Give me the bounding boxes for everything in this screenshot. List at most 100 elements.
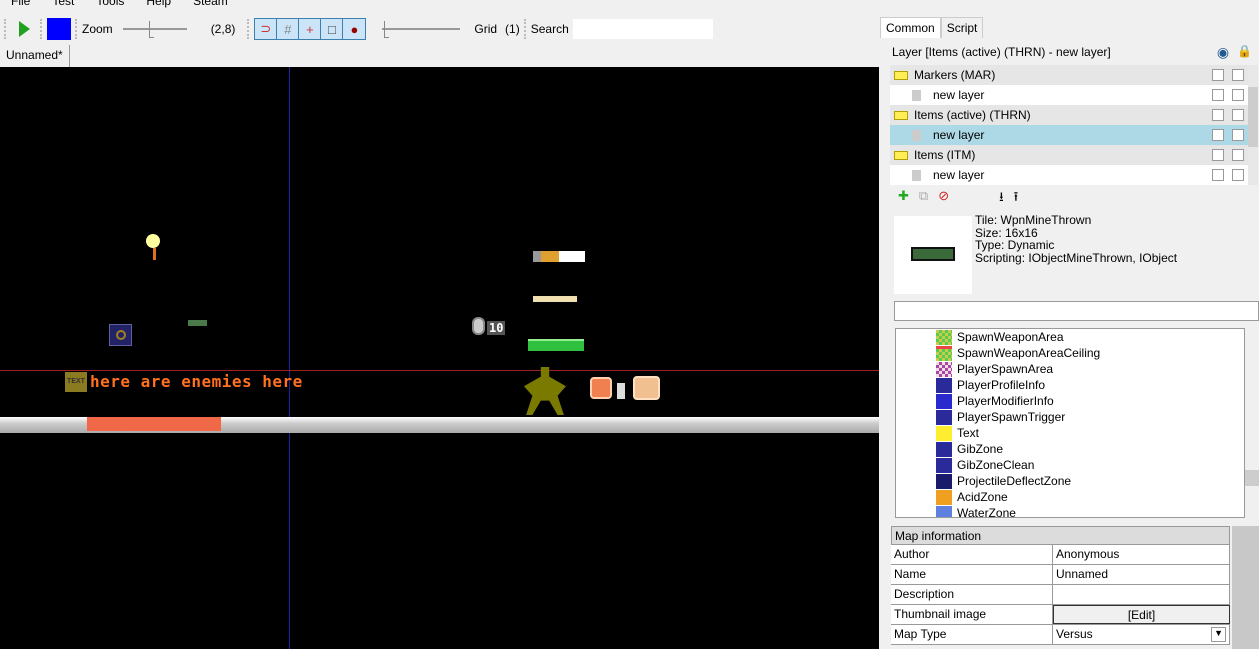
duplicate-layer-icon[interactable]: ⧉	[919, 188, 928, 210]
tab-script[interactable]: Script	[940, 17, 984, 38]
toolbar-grip[interactable]	[4, 19, 7, 39]
grid-slider[interactable]	[382, 18, 461, 40]
object-tree-label: AcidZone	[957, 490, 1008, 504]
object-tree-item[interactable]: WaterZone	[896, 505, 1244, 517]
visible-checkbox[interactable]	[1212, 129, 1224, 141]
author-field[interactable]: Anonymous	[1053, 545, 1230, 564]
object-tree-item[interactable]: SpawnWeaponArea	[896, 329, 1244, 345]
delete-layer-icon[interactable]: ⊘	[938, 188, 949, 210]
visible-checkbox[interactable]	[1212, 169, 1224, 181]
lock-checkbox[interactable]	[1232, 69, 1244, 81]
layer-actions: ✚ ⧉ ⊘ ⭳ ⭱	[898, 188, 1018, 210]
crosshair-icon[interactable]: +	[299, 19, 322, 39]
menu-file[interactable]: File	[0, 0, 41, 8]
add-layer-icon[interactable]: ✚	[898, 188, 909, 210]
map-type-select[interactable]: Versus ▼	[1053, 625, 1230, 644]
marker-pin-icon[interactable]: ●	[343, 19, 365, 39]
bounds-icon[interactable]: □	[321, 19, 344, 39]
lock-checkbox[interactable]	[1232, 129, 1244, 141]
layer-group-row[interactable]: Items (active) (THRN)	[890, 105, 1248, 125]
object-tree: SpawnWeaponArea SpawnWeaponAreaCeiling Pla…	[895, 328, 1245, 518]
menu-steam[interactable]: Steam	[182, 0, 239, 8]
tool-buttons: ⊃ # + □ ●	[254, 18, 367, 40]
toolbar: Zoom (2,8) ⊃ # + □ ● Grid (1) Search	[0, 16, 879, 42]
grid-value: (1)	[505, 22, 520, 36]
object-tree-item[interactable]: PlayerModifierInfo	[896, 393, 1244, 409]
toolbar-grip[interactable]	[247, 19, 250, 39]
map-info-grid: Map information Author Anonymous Name Unna…	[891, 526, 1230, 645]
mine-sprite	[188, 320, 207, 326]
object-tree-item[interactable]: SpawnWeaponAreaCeiling	[896, 345, 1244, 361]
object-tree-label: PlayerProfileInfo	[957, 378, 1046, 392]
magnet-icon[interactable]: ⊃	[255, 19, 278, 39]
description-field[interactable]	[1053, 585, 1230, 604]
object-tree-item[interactable]: PlayerSpawnArea	[896, 361, 1244, 377]
eye-icon[interactable]: ◉	[1217, 44, 1229, 61]
map-canvas[interactable]: 10 TEXT here are enemies here	[0, 67, 879, 649]
color-picker-button[interactable]	[47, 18, 71, 40]
layer-row[interactable]: new layer	[890, 165, 1248, 185]
menu-help[interactable]: Help	[135, 0, 182, 8]
layer-group-row[interactable]: Markers (MAR)	[890, 65, 1248, 85]
menu-bar: File Test Tools Help Steam	[0, 0, 239, 8]
grid-icon[interactable]: #	[277, 19, 300, 39]
object-tree-label: SpawnWeaponAreaCeiling	[957, 346, 1101, 360]
object-tree-item[interactable]: GibZone	[896, 441, 1244, 457]
move-layer-down-icon[interactable]: ⭳	[999, 188, 1004, 210]
bat-sprite	[533, 296, 577, 302]
lock-checkbox[interactable]	[1232, 109, 1244, 121]
visible-checkbox[interactable]	[1212, 149, 1224, 161]
zoom-label: Zoom	[82, 22, 113, 36]
layer-list-scrollbar[interactable]	[1248, 65, 1258, 185]
zoom-slider[interactable]	[122, 18, 187, 40]
document-tab[interactable]: Unnamed*	[0, 45, 70, 67]
health-pack-sprite	[590, 377, 612, 399]
tile-type: Type: Dynamic	[975, 238, 1055, 252]
object-tree-item[interactable]: GibZoneClean	[896, 457, 1244, 473]
object-tree-scrollbar[interactable]	[1245, 328, 1259, 518]
object-tree-item[interactable]: PlayerProfileInfo	[896, 377, 1244, 393]
menu-test[interactable]: Test	[41, 0, 85, 8]
name-field[interactable]: Unnamed	[1053, 565, 1230, 584]
menu-tools[interactable]: Tools	[85, 0, 135, 8]
object-type-icon	[936, 441, 952, 457]
object-tree-item[interactable]: Text	[896, 425, 1244, 441]
layer-row[interactable]: new layer	[890, 85, 1248, 105]
object-tree-label: PlayerModifierInfo	[957, 394, 1054, 408]
lock-checkbox[interactable]	[1232, 149, 1244, 161]
layer-row-selected[interactable]: new layer	[890, 125, 1248, 145]
object-tree-item[interactable]: PlayerSpawnTrigger	[896, 409, 1244, 425]
map-info-scrollbar[interactable]	[1232, 526, 1259, 649]
object-tree-item[interactable]: ProjectileDeflectZone	[896, 473, 1244, 489]
prop-row-name: Name Unnamed	[891, 565, 1230, 585]
layer-label: new layer	[933, 168, 985, 182]
toolbar-grip[interactable]	[75, 19, 78, 39]
object-type-icon	[936, 489, 952, 505]
lock-checkbox[interactable]	[1232, 169, 1244, 181]
chevron-down-icon[interactable]: ▼	[1211, 627, 1226, 642]
visible-checkbox[interactable]	[1212, 69, 1224, 81]
toolbar-grip[interactable]	[523, 19, 527, 39]
toolbar-grip[interactable]	[40, 19, 43, 39]
play-icon[interactable]	[19, 21, 30, 37]
object-filter-input[interactable]	[894, 301, 1259, 321]
tab-common[interactable]: Common	[880, 17, 941, 38]
visible-checkbox[interactable]	[1212, 89, 1224, 101]
visible-checkbox[interactable]	[1212, 109, 1224, 121]
object-tree-label: Text	[957, 426, 980, 440]
object-tree-label: ProjectileDeflectZone	[957, 474, 1072, 488]
map-info-header: Map information	[891, 526, 1230, 545]
map-text-object[interactable]: here are enemies here	[90, 372, 303, 391]
layer-group-row[interactable]: Items (ITM)	[890, 145, 1248, 165]
object-tree-item[interactable]: AcidZone	[896, 489, 1244, 505]
layer-header: Layer [Items (active) (THRN) - new layer…	[892, 42, 1252, 62]
move-layer-up-icon[interactable]: ⭱	[1014, 188, 1019, 210]
search-input[interactable]	[572, 19, 713, 39]
edit-thumbnail-button[interactable]: [Edit]	[1053, 605, 1230, 624]
lock-checkbox[interactable]	[1232, 89, 1244, 101]
ammo-count: 10	[487, 321, 506, 335]
layer-icon	[912, 169, 921, 181]
lock-icon[interactable]: 🔒	[1237, 44, 1252, 61]
object-type-icon	[936, 393, 952, 409]
object-tree-label: PlayerSpawnArea	[957, 362, 1054, 376]
